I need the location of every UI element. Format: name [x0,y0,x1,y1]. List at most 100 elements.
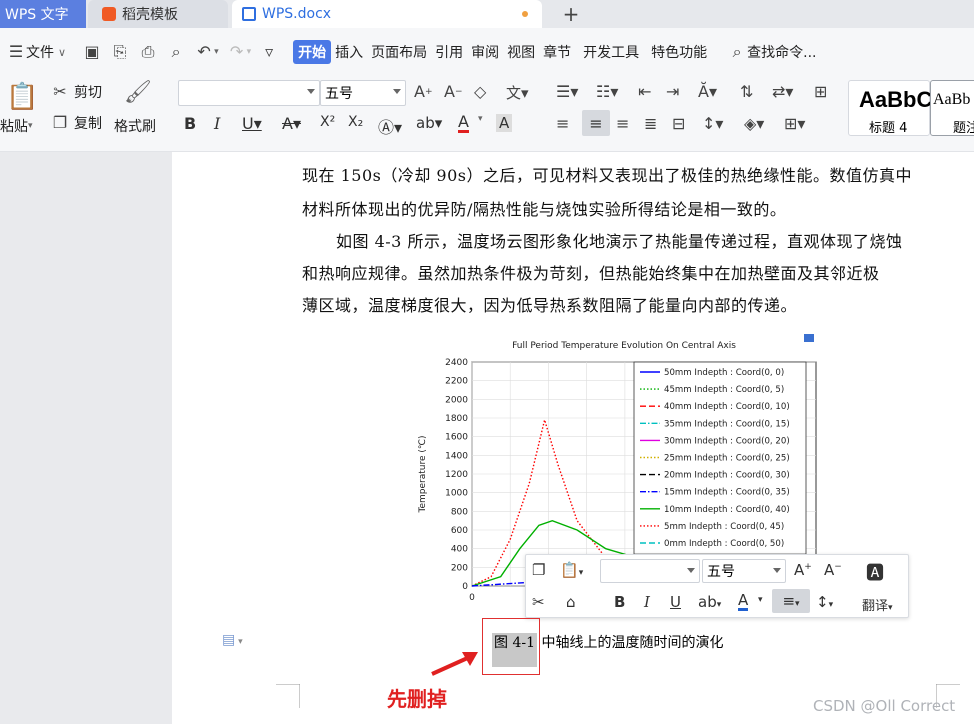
legend-entry: 5mm Indepth : Coord(0, 45) [664,522,784,532]
distribute-icon[interactable]: ⊟ [672,114,685,133]
align-left-icon[interactable]: ≡ [556,114,569,133]
scissors-icon[interactable]: ✂ [532,593,545,611]
page-corner-mark [276,684,300,708]
translate-icon[interactable]: 🅰 [866,559,884,585]
command-search[interactable]: ⌕ 查找命令... [723,39,820,65]
undo-button[interactable]: ↶ ▾ [190,39,223,65]
y-tick-label: 1000 [445,489,468,499]
customize-icon: ▿ [265,42,274,61]
copy-icon[interactable]: ❐ [532,561,545,579]
shading-icon[interactable]: ◈▾ [744,114,764,133]
subscript-button[interactable]: X₂ [348,114,363,130]
watermark: CSDN @Oll Correct [813,697,956,715]
quick-access-more[interactable]: ▿ [255,39,283,65]
preview-button[interactable]: ⌕ [162,39,190,65]
legend-entry: 50mm Indepth : Coord(0, 0) [664,368,784,378]
brush-icon[interactable]: ⌂ [566,593,576,611]
align-center-icon[interactable]: ≡▾ [772,589,810,613]
tab-features[interactable]: 特色功能 [647,39,711,65]
print-preview-icon: ⌕ [171,42,181,61]
new-tab-button[interactable]: + [560,2,582,26]
caption-label[interactable]: 图 4-1 [492,633,537,667]
shrink-font-button[interactable]: A− [824,561,842,579]
copy-button[interactable]: ❐ 复制 [50,113,102,133]
sort-icon[interactable]: ⇅ [740,82,753,101]
y-tick-label: 0 [462,582,468,592]
change-case-icon[interactable]: Ă▾ [698,82,717,101]
tab-label: WPS 文字 [5,7,69,23]
translate-button[interactable]: 翻译▾ [862,595,893,614]
line-spacing-icon[interactable]: ↕▾ [816,593,833,611]
translate-label: 翻译 [862,599,889,614]
save-icon: ▣ [84,42,100,61]
font-name-select[interactable] [600,559,700,583]
font-color-button[interactable]: A [458,114,469,133]
grow-font-button[interactable]: A+ [794,561,812,579]
font-name-select[interactable] [178,80,320,106]
brush-icon[interactable]: 🖌 [124,80,152,105]
save-button[interactable]: ▣ [78,39,106,65]
underline-button[interactable]: U [670,593,681,611]
print-button[interactable]: ⎙ [134,39,162,65]
bold-button[interactable]: B [184,114,196,133]
paste-icon[interactable]: 📋 [6,82,38,112]
tab-review[interactable]: 审阅 [467,39,503,65]
underline-button[interactable]: U▾ [242,114,262,133]
shrink-font-button[interactable]: A− [444,82,463,101]
highlight-button[interactable]: ab▾ [416,114,442,132]
tab-document[interactable]: WPS.docx [232,0,542,28]
tab-page-layout[interactable]: 页面布局 [367,39,431,65]
decrease-indent-icon[interactable]: ⇤ [638,82,651,101]
paste-button[interactable]: 粘贴 ▾ [0,116,33,136]
font-size-select[interactable]: 五号 [320,80,406,106]
text-effect-button[interactable]: Ⓐ▾ [378,114,402,138]
style-heading4[interactable]: AaBbC 标题 4 [848,80,932,136]
clear-format-icon[interactable]: ◇ [474,82,486,101]
bullets-button[interactable]: ☰▾ [556,82,578,101]
x-tick-label: 0 [469,593,475,603]
grow-font-button[interactable]: A+ [414,82,433,101]
tab-start[interactable]: 开始 [293,40,332,64]
pinyin-icon[interactable]: 文▾ [506,82,529,103]
export-button[interactable]: ⎘ [106,39,134,65]
table-icon[interactable]: ⊞ [814,82,827,101]
strikethrough-button[interactable]: A▾ [282,114,301,133]
tab-insert[interactable]: 插入 [331,39,367,65]
tab-templates[interactable]: 稻壳模板 [88,0,228,28]
tab-view[interactable]: 视图 [503,39,539,65]
tab-section[interactable]: 章节 [539,39,575,65]
highlight-button[interactable]: ab▾ [698,593,721,611]
font-size-select[interactable]: 五号 [702,559,786,583]
format-painter-button[interactable]: 格式刷 [114,116,156,136]
increase-indent-icon[interactable]: ⇥ [666,82,679,101]
font-size-value: 五号 [707,564,735,580]
figure-caption[interactable]: 图 4-1 中轴线上的温度随时间的演化 [492,632,723,667]
chevron-down-icon[interactable]: ▾ [478,114,483,124]
show-marks-icon[interactable]: ⇄▾ [772,82,793,101]
legend-entry: 0mm Indepth : Coord(0, 50) [664,539,784,549]
file-menu[interactable]: ☰ 文件 ∨ [0,39,70,65]
italic-button[interactable]: I [644,593,650,611]
line-spacing-icon[interactable]: ↕▾ [702,114,723,133]
tab-developer[interactable]: 开发工具 [579,39,643,65]
chevron-down-icon[interactable]: ▾ [758,595,763,605]
borders-icon[interactable]: ⊞▾ [784,114,805,133]
char-shading-button[interactable]: A [496,114,513,132]
font-color-button[interactable]: A [738,593,749,611]
tab-wps-writer[interactable]: WPS 文字 [0,0,86,28]
chart-title: Full Period Temperature Evolution On Cen… [512,341,736,351]
redo-button[interactable]: ↷ ▾ [223,39,256,65]
align-center-icon[interactable]: ≡ [582,110,610,136]
chevron-down-icon [393,89,401,94]
tab-references[interactable]: 引用 [431,39,467,65]
align-right-icon[interactable]: ≡ [616,114,629,133]
superscript-button[interactable]: X² [320,114,335,130]
bold-button[interactable]: B [614,593,625,611]
justify-icon[interactable]: ≣ [644,114,657,133]
paste-icon[interactable]: 📋▾ [560,561,583,579]
cut-button[interactable]: ✂ 剪切 [50,82,102,102]
numbering-button[interactable]: ☷▾ [596,82,618,101]
paragraph-layout-icon[interactable]: ▤ ▾ [222,632,243,648]
style-caption[interactable]: AaBb 题注 [930,80,974,136]
italic-button[interactable]: I [214,114,220,133]
